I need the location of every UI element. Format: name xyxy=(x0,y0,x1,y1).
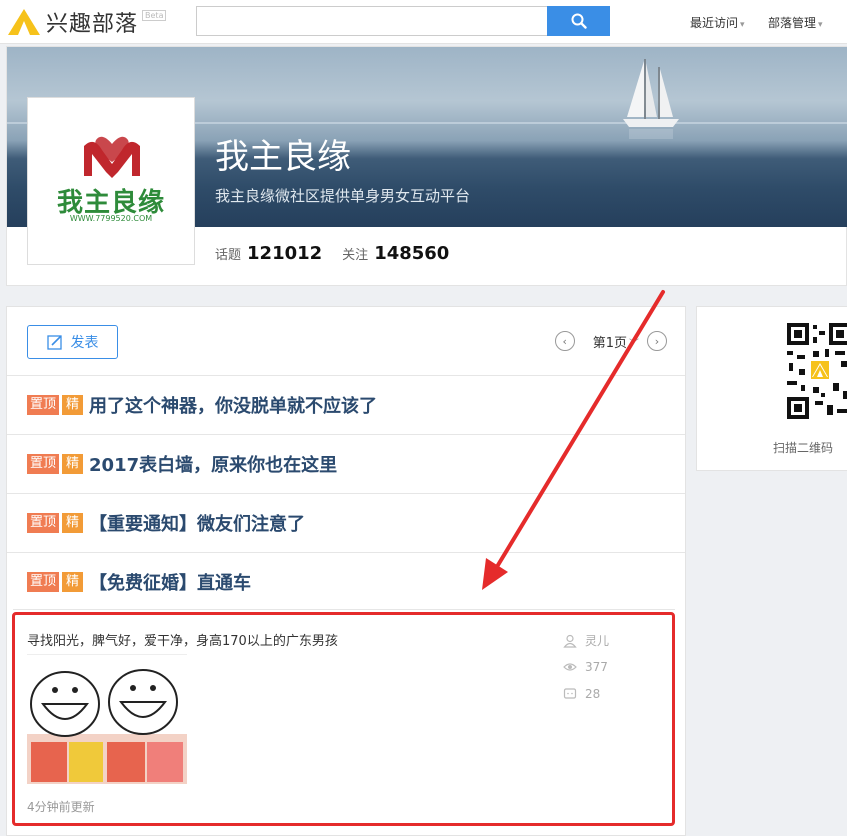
tribe-avatar: 我主良缘 WWW.7799520.COM xyxy=(27,97,195,265)
tribe-description: 我主良缘微社区提供单身男女互动平台 xyxy=(215,187,471,205)
page-label: 第1页 xyxy=(592,335,627,351)
logo-text: 兴趣部落 xyxy=(46,12,139,37)
nav-tribe-manage[interactable]: 部落管理 ▾ xyxy=(768,14,823,31)
tribe-stats: 话题 121012 关注 148560 xyxy=(215,243,469,264)
qr-card: 扫描二维码 xyxy=(696,306,847,471)
search-button[interactable] xyxy=(547,6,610,36)
stat-topics-value: 121012 xyxy=(247,243,323,264)
pinned-post[interactable]: 置顶 精 【免费征婚】直通车 xyxy=(7,552,685,610)
stat-topics-label: 话题 xyxy=(215,248,242,263)
stat-follow-label: 关注 xyxy=(342,248,369,263)
site-logo[interactable]: 兴趣部落 Beta xyxy=(6,6,167,38)
new-post-label: 发表 xyxy=(70,335,99,351)
user-icon xyxy=(563,634,577,648)
pinned-post[interactable]: 置顶 精 用了这个神器，你没脱单就不应该了 xyxy=(7,375,685,433)
chevron-down-icon: ﹀ xyxy=(629,338,639,350)
chevron-left-icon: ‹ xyxy=(562,334,567,348)
post-item[interactable]: 寻找阳光，脾气好，爱干净，身高170以上的广东男孩 灵儿 377 28 4分钟前… xyxy=(13,609,675,827)
tribe-header: 我主良缘 我主良缘微社区提供单身男女互动平台 我主良缘 WWW.7799520.… xyxy=(6,46,847,286)
beta-badge: Beta xyxy=(142,10,167,21)
nav-recent-visits[interactable]: 最近访问 ▾ xyxy=(690,14,745,31)
post-update-time: 4分钟前更新 xyxy=(27,800,95,814)
pinned-badge: 置顶 xyxy=(27,394,60,415)
top-bar: 兴趣部落 Beta 最近访问 ▾ 部落管理 ▾ xyxy=(0,0,847,44)
nav-recent-label: 最近访问 xyxy=(690,16,739,30)
tribe-name: 我主良缘 xyxy=(215,137,351,177)
pinned-post-title[interactable]: 【免费征婚】直通车 xyxy=(89,569,251,595)
next-page-button[interactable]: › xyxy=(647,331,667,351)
prev-page-button[interactable]: ‹ xyxy=(554,331,575,351)
scan-qr-text: 扫描二维码 xyxy=(773,441,834,455)
edit-icon xyxy=(46,335,62,350)
sailboat-icon xyxy=(623,59,679,139)
new-post-button[interactable]: 发表 xyxy=(27,325,118,359)
chevron-down-icon: ▾ xyxy=(818,20,823,30)
post-image[interactable] xyxy=(27,654,187,784)
chevron-down-icon: ▾ xyxy=(740,20,745,30)
post-views: 377 xyxy=(563,660,608,674)
nav-manage-label: 部落管理 xyxy=(768,16,817,30)
post-comments-count: 28 xyxy=(585,687,601,701)
search-input[interactable] xyxy=(196,6,548,36)
pinned-badge: 置顶 xyxy=(27,512,60,533)
post-author-name: 灵儿 xyxy=(585,634,610,648)
tribe-logo-url: WWW.7799520.COM xyxy=(69,214,153,223)
search-icon xyxy=(571,13,587,29)
pinned-badge: 置顶 xyxy=(27,453,60,474)
post-title[interactable]: 寻找阳光，脾气好，爱干净，身高170以上的广东男孩 xyxy=(27,630,338,649)
tribe-logo-mark xyxy=(84,136,140,178)
stat-follow-value: 148560 xyxy=(374,243,450,264)
pager: ‹ 第1页 ﹀ › xyxy=(554,331,667,351)
featured-badge: 精 xyxy=(62,453,84,474)
pinned-badge: 置顶 xyxy=(27,571,60,592)
page-select[interactable]: 第1页 ﹀ xyxy=(593,332,639,351)
chevron-right-icon: › xyxy=(654,334,660,348)
tent-logo-icon xyxy=(8,9,40,35)
cartoon-sticker-image xyxy=(27,654,187,784)
pinned-post-title[interactable]: 2017表白墙，原来你也在这里 xyxy=(89,451,337,477)
featured-badge: 精 xyxy=(62,394,84,415)
comment-icon xyxy=(563,688,577,699)
featured-badge: 精 xyxy=(62,571,84,592)
pinned-post-title[interactable]: 用了这个神器，你没脱单就不应该了 xyxy=(89,392,377,418)
qr-code-image xyxy=(785,321,847,421)
post-author[interactable]: 灵儿 xyxy=(563,632,609,649)
pinned-post[interactable]: 置顶 精 2017表白墙，原来你也在这里 xyxy=(7,434,685,492)
pinned-post[interactable]: 置顶 精 【重要通知】微友们注意了 xyxy=(7,493,685,551)
post-comments: 28 xyxy=(563,687,600,701)
post-list-panel: 发表 ‹ 第1页 ﹀ › 置顶 精 用了这个神器，你没脱单就不应该了 置顶 精 2… xyxy=(6,306,686,836)
eye-icon xyxy=(563,663,577,671)
featured-badge: 精 xyxy=(62,512,84,533)
post-views-count: 377 xyxy=(585,660,608,674)
pinned-post-title[interactable]: 【重要通知】微友们注意了 xyxy=(89,510,305,536)
